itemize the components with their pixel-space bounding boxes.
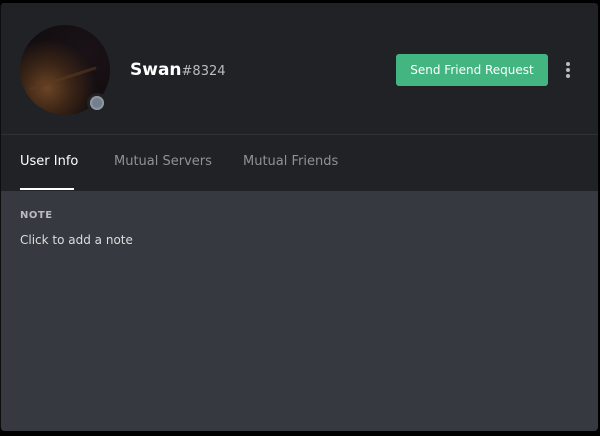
kebab-dot [566, 74, 570, 78]
username: Swan [130, 60, 182, 80]
username-tag[interactable]: Swan#8324 [130, 60, 226, 80]
discriminator: #8324 [181, 64, 226, 79]
note-label: NOTE [20, 210, 53, 221]
status-indicator [87, 93, 107, 113]
avatar-container[interactable] [20, 25, 110, 115]
send-friend-request-button[interactable]: Send Friend Request [396, 54, 548, 86]
active-tab-indicator [20, 188, 74, 190]
more-options-icon[interactable] [560, 59, 576, 81]
note-input[interactable]: Click to add a note [20, 233, 133, 247]
offline-status-icon [90, 96, 104, 110]
tab-user-info[interactable]: User Info [20, 154, 78, 169]
tab-mutual-friends[interactable]: Mutual Friends [243, 154, 338, 169]
avatar-image-detail [29, 66, 97, 91]
kebab-dot [566, 68, 570, 72]
user-profile-modal: Swan#8324 Send Friend Request User Info … [0, 3, 598, 431]
header-divider [1, 134, 598, 135]
tab-mutual-servers[interactable]: Mutual Servers [114, 154, 212, 169]
profile-header: Swan#8324 Send Friend Request User Info … [1, 3, 598, 191]
kebab-dot [566, 62, 570, 66]
